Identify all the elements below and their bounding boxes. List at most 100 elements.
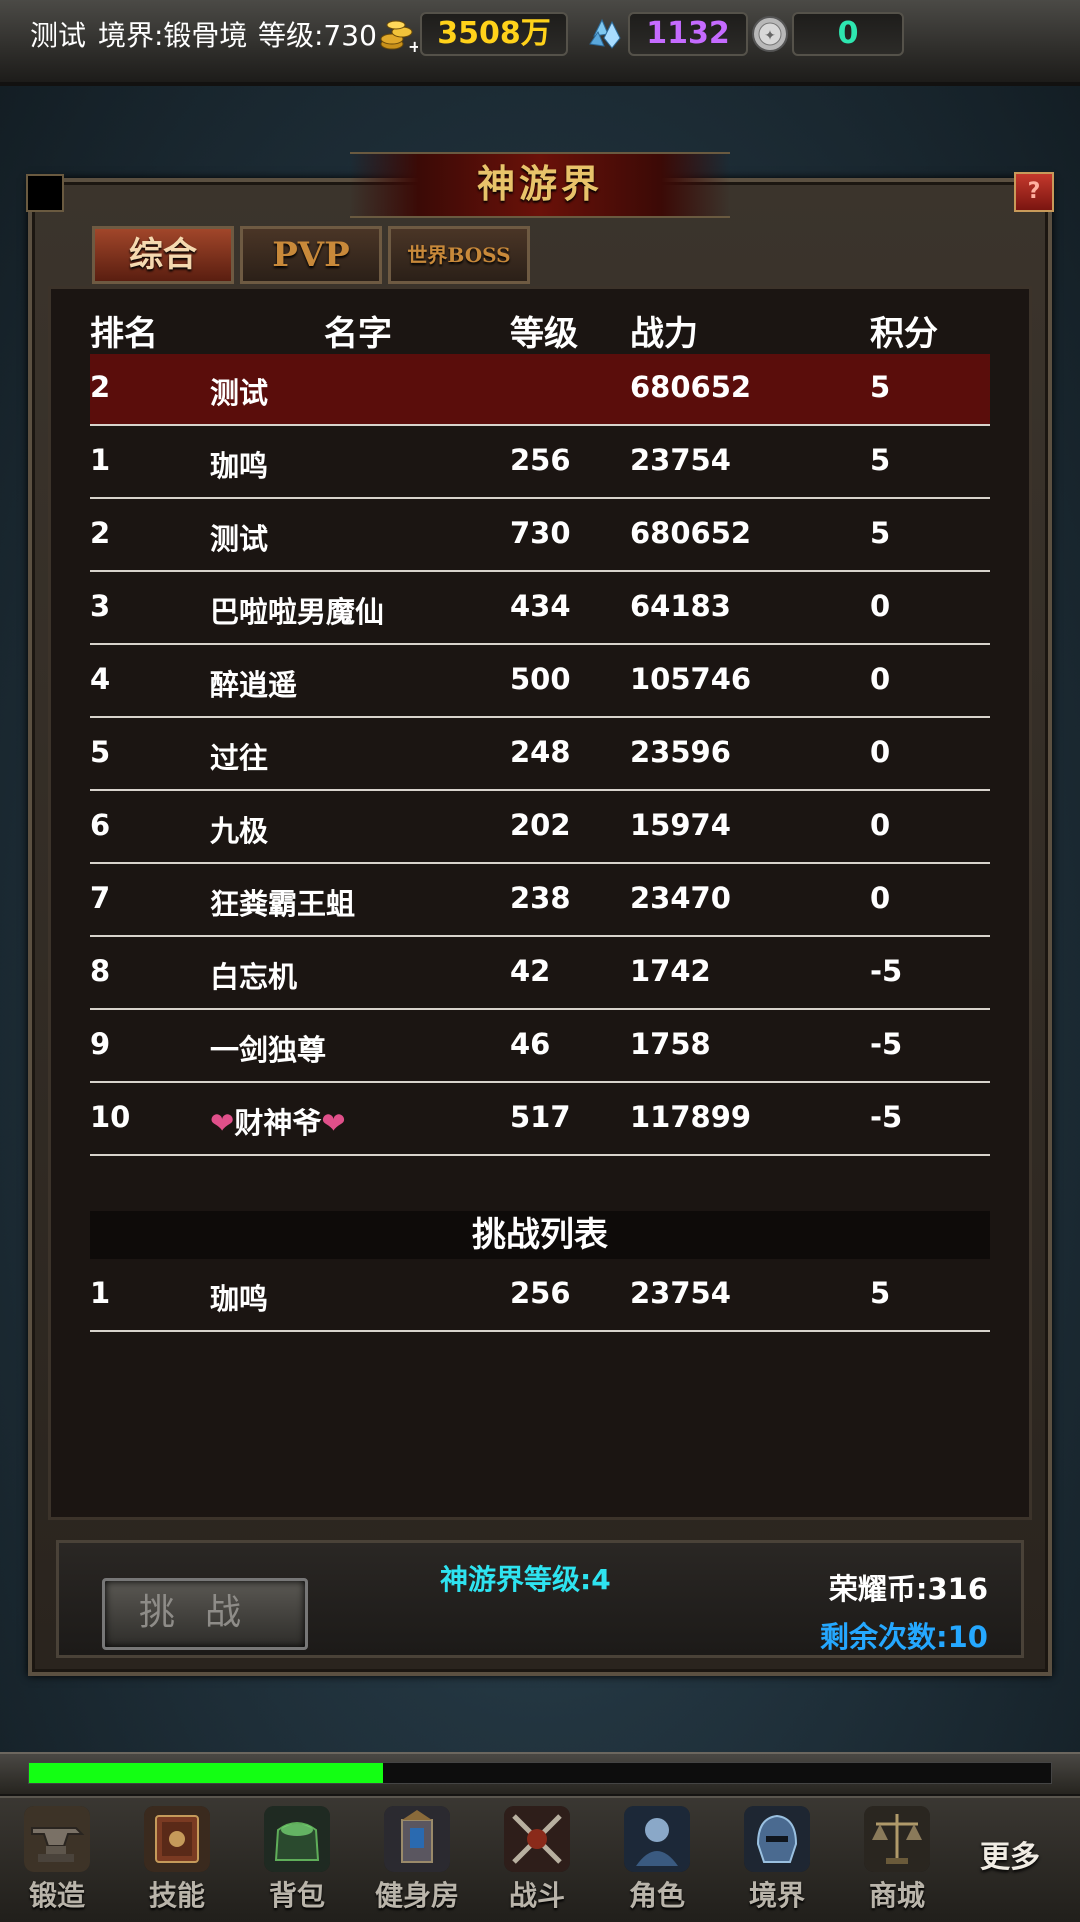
cell-level: 46 [510, 1027, 551, 1061]
header-rank: 排名 [90, 314, 158, 354]
more-button[interactable]: 更多 [980, 1832, 1040, 1876]
cell-name: 测试 [210, 522, 269, 556]
nav-shop[interactable]: 商城 [842, 1800, 952, 1916]
cell-rank: 9 [90, 1027, 111, 1061]
cell-score: -5 [870, 1100, 903, 1134]
panel-corner-ornament [26, 174, 64, 212]
header-name: 名字 [324, 314, 392, 354]
player-realm: 境界:锻骨境 [98, 19, 248, 52]
cell-power: 23470 [630, 881, 731, 915]
nav-label: 健身房 [374, 1879, 459, 1912]
skill-book-icon [144, 1806, 210, 1872]
gold-value: 3508万 [437, 16, 551, 51]
cell-name: 测试 [210, 376, 269, 410]
crystal-value: 1132 [646, 16, 730, 51]
table-row[interactable]: 5 过往 248 23596 0 [90, 719, 990, 791]
table-row[interactable]: 1 珈鸣 256 23754 5 [90, 427, 990, 499]
cell-name: 九极 [210, 814, 269, 848]
honor-coin-label: 荣耀币:316 [828, 1572, 988, 1606]
table-row[interactable]: 4 醉逍遥 500 105746 0 [90, 646, 990, 718]
cell-name: 巴啦啦男魔仙 [210, 595, 385, 629]
nav-skills[interactable]: 技能 [122, 1800, 232, 1916]
gym-icon [384, 1806, 450, 1872]
nav-label: 角色 [628, 1879, 685, 1912]
cell-power: 23754 [630, 1276, 731, 1310]
anvil-icon [24, 1806, 90, 1872]
table-row[interactable]: 2 测试 730 680652 5 [90, 500, 990, 572]
nav-realm[interactable]: 境界 [722, 1800, 832, 1916]
cell-rank: 8 [90, 954, 111, 988]
cell-rank: 3 [90, 589, 111, 623]
cell-power: 105746 [630, 662, 752, 696]
cell-name: 醉逍遥 [210, 668, 298, 702]
gold-coins-icon: + [380, 20, 418, 54]
cell-score: 0 [870, 735, 891, 769]
nav-forge[interactable]: 锻造 [2, 1800, 112, 1916]
cell-score: 0 [870, 662, 891, 696]
cell-name: 珈鸣 [210, 449, 269, 483]
coin-amount[interactable]: 0 [792, 12, 904, 56]
nav-gym[interactable]: 健身房 [362, 1800, 472, 1916]
nav-character[interactable]: 角色 [602, 1800, 712, 1916]
silver-coin-icon: ✦ [752, 16, 788, 52]
table-row[interactable]: 9 一剑独尊 46 1758 -5 [90, 1011, 990, 1083]
tab-world-boss[interactable]: 世界BOSS [388, 226, 530, 284]
cell-power: 680652 [630, 370, 752, 404]
nav-label: 技能 [148, 1879, 205, 1912]
cell-score: -5 [870, 954, 903, 988]
cell-level: 256 [510, 1276, 571, 1310]
nav-label: 背包 [268, 1879, 325, 1912]
cell-rank: 5 [90, 735, 111, 769]
cell-level: 238 [510, 881, 571, 915]
challenge-button[interactable]: 挑战 [102, 1578, 308, 1650]
shop-icon [864, 1806, 930, 1872]
nav-battle[interactable]: 战斗 [482, 1800, 592, 1916]
cell-level: 517 [510, 1100, 571, 1134]
cell-name: 一剑独尊 [210, 1033, 327, 1067]
cell-power: 23596 [630, 735, 731, 769]
challenge-row[interactable]: 1 珈鸣 256 23754 5 [90, 1260, 990, 1332]
cell-power: 1742 [630, 954, 711, 988]
cell-score: 5 [870, 1276, 891, 1310]
challenge-list-title: 挑战列表 [90, 1211, 990, 1259]
cell-level: 202 [510, 808, 571, 842]
svg-text:+: + [408, 37, 418, 54]
cell-rank: 4 [90, 662, 111, 696]
table-row[interactable]: 10 ❤财神爷❤ 517 117899 -5 [90, 1084, 990, 1156]
help-button[interactable]: ? [1014, 172, 1054, 212]
battle-icon [504, 1806, 570, 1872]
cell-score: 5 [870, 443, 891, 477]
cell-level: 42 [510, 954, 551, 988]
cell-rank: 2 [90, 516, 111, 550]
header-score: 积分 [870, 314, 938, 354]
cell-rank: 2 [90, 370, 111, 404]
realm-level-label: 神游界等级:4 [440, 1563, 611, 1596]
cell-level: 248 [510, 735, 571, 769]
character-icon [624, 1806, 690, 1872]
cell-score: 0 [870, 881, 891, 915]
table-row[interactable]: 7 狂粪霸王蛆 238 23470 0 [90, 865, 990, 937]
table-row[interactable]: 6 九极 202 15974 0 [90, 792, 990, 864]
table-row[interactable]: 3 巴啦啦男魔仙 434 64183 0 [90, 573, 990, 645]
tab-overall[interactable]: 综合 [92, 226, 234, 284]
cell-name: 白忘机 [210, 960, 298, 994]
table-row[interactable]: 8 白忘机 42 1742 -5 [90, 938, 990, 1010]
crystal-amount[interactable]: 1132 [628, 12, 748, 56]
cell-name: 狂粪霸王蛆 [210, 887, 356, 921]
cell-name: ❤财神爷❤ [210, 1106, 346, 1140]
cell-score: -5 [870, 1027, 903, 1061]
cell-score: 5 [870, 516, 891, 550]
cell-level: 730 [510, 516, 571, 550]
cell-power: 117899 [630, 1100, 752, 1134]
gold-amount[interactable]: 3508万 [420, 12, 568, 56]
realm-helmet-icon [744, 1806, 810, 1872]
header-power: 战力 [630, 314, 698, 354]
cell-rank: 1 [90, 1276, 111, 1310]
cell-name: 过往 [210, 741, 269, 775]
cell-power: 64183 [630, 589, 731, 623]
cell-level: 500 [510, 662, 571, 696]
cell-name: 珈鸣 [210, 1282, 269, 1316]
tab-pvp[interactable]: PVP [240, 226, 382, 284]
nav-bag[interactable]: 背包 [242, 1800, 352, 1916]
bag-icon [264, 1806, 330, 1872]
